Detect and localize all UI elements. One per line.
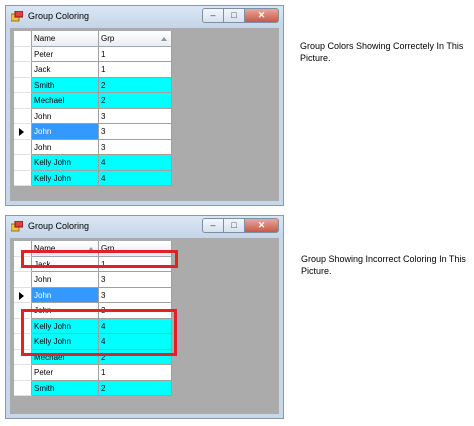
cell-grp[interactable]: 3 [99, 108, 172, 124]
table-row[interactable]: John 3 [14, 108, 172, 124]
cell-grp[interactable]: 3 [99, 287, 172, 303]
row-header[interactable] [14, 365, 32, 381]
table-row[interactable]: Kelly John 4 [14, 155, 172, 171]
caption-correct: Group Colors Showing Correctely In This … [300, 41, 464, 63]
minimize-button[interactable]: – [202, 218, 224, 233]
cell-name[interactable]: Kelly John [32, 155, 99, 171]
title-bar[interactable]: Group Coloring – □ ✕ [6, 6, 283, 28]
app-icon [11, 11, 23, 22]
row-header[interactable] [14, 77, 32, 93]
group-coloring-window-correct: Group Coloring – □ ✕ Name Grp Peter 1 Jack… [5, 5, 284, 206]
annotation-box-jack [21, 250, 178, 268]
form-client-area: Name Grp Peter 1 Jack 1 Smith 2 Mechael 2 John 3 J… [10, 28, 279, 201]
table-row[interactable]: John 3 [14, 287, 172, 303]
cell-name[interactable]: Smith [32, 380, 99, 396]
current-row-icon [19, 291, 24, 300]
window-title: Group Coloring [28, 221, 90, 231]
row-header[interactable] [14, 287, 32, 303]
cell-grp[interactable]: 4 [99, 155, 172, 171]
maximize-button[interactable]: □ [223, 218, 245, 233]
table-row[interactable]: Mechael 2 [14, 93, 172, 109]
title-bar[interactable]: Group Coloring – □ ✕ [6, 216, 283, 238]
current-row-icon [19, 128, 24, 136]
column-header-grp-label: Grp [101, 34, 115, 43]
row-header[interactable] [14, 139, 32, 155]
cell-grp[interactable]: 3 [99, 124, 172, 140]
row-header[interactable] [14, 124, 32, 140]
annotation-box-kelly-mechael [21, 309, 177, 356]
row-header-corner[interactable] [14, 31, 32, 47]
cell-name[interactable]: Jack [32, 62, 99, 78]
cell-grp[interactable]: 1 [99, 46, 172, 62]
cell-name[interactable]: John [32, 287, 99, 303]
cell-name[interactable]: John [32, 272, 99, 288]
grid-rows: Peter 1 Jack 1 Smith 2 Mechael 2 John 3 John 3 John 3… [14, 46, 172, 186]
table-row[interactable]: Smith 2 [14, 380, 172, 396]
cell-grp[interactable]: 3 [99, 272, 172, 288]
row-header[interactable] [14, 108, 32, 124]
cell-grp[interactable]: 3 [99, 139, 172, 155]
row-header[interactable] [14, 46, 32, 62]
cell-name[interactable]: Peter [32, 365, 99, 381]
cell-grp[interactable]: 1 [99, 62, 172, 78]
app-icon [11, 221, 23, 232]
column-header-grp[interactable]: Grp [99, 31, 172, 47]
caption-incorrect: Group Showing Incorrect Coloring In This… [301, 254, 466, 276]
row-header[interactable] [14, 62, 32, 78]
row-header[interactable] [14, 155, 32, 171]
table-row[interactable]: John 3 [14, 272, 172, 288]
cell-name[interactable]: Peter [32, 46, 99, 62]
close-button[interactable]: ✕ [244, 8, 279, 23]
cell-name[interactable]: John [32, 108, 99, 124]
cell-name[interactable]: Mechael [32, 93, 99, 109]
cell-name[interactable]: John [32, 124, 99, 140]
cell-grp[interactable]: 4 [99, 170, 172, 186]
cell-name[interactable]: Kelly John [32, 170, 99, 186]
data-grid[interactable]: Name Grp Peter 1 Jack 1 Smith 2 Mechael 2 John 3 J… [14, 31, 172, 186]
cell-grp[interactable]: 2 [99, 380, 172, 396]
table-row[interactable]: Jack 1 [14, 62, 172, 78]
row-header[interactable] [14, 272, 32, 288]
table-row[interactable]: John 3 [14, 124, 172, 140]
row-header[interactable] [14, 170, 32, 186]
minimize-button[interactable]: – [202, 8, 224, 23]
maximize-button[interactable]: □ [223, 8, 245, 23]
cell-name[interactable]: Smith [32, 77, 99, 93]
close-button[interactable]: ✕ [244, 218, 279, 233]
header-row: Name Grp [14, 31, 172, 47]
table-row[interactable]: John 3 [14, 139, 172, 155]
table-row[interactable]: Kelly John 4 [14, 170, 172, 186]
cell-grp[interactable]: 1 [99, 365, 172, 381]
table-row[interactable]: Peter 1 [14, 46, 172, 62]
row-header[interactable] [14, 93, 32, 109]
sort-ascending-icon [161, 37, 167, 41]
window-title: Group Coloring [28, 11, 90, 21]
cell-grp[interactable]: 2 [99, 93, 172, 109]
table-row[interactable]: Peter 1 [14, 365, 172, 381]
cell-grp[interactable]: 2 [99, 77, 172, 93]
cell-name[interactable]: John [32, 139, 99, 155]
row-header[interactable] [14, 380, 32, 396]
table-row[interactable]: Smith 2 [14, 77, 172, 93]
column-header-name[interactable]: Name [32, 31, 99, 47]
